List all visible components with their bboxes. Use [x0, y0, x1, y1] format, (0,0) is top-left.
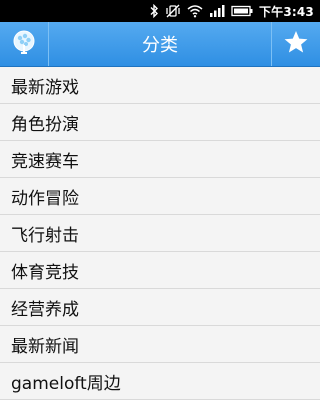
signal-icon: [209, 4, 225, 18]
vibrate-off-icon: [165, 4, 181, 18]
list-item-simulation[interactable]: 经营养成: [0, 289, 320, 326]
list-item-action-adventure[interactable]: 动作冒险: [0, 178, 320, 215]
list-item-latest-news[interactable]: 最新新闻: [0, 326, 320, 363]
battery-icon: [231, 4, 253, 18]
menu-button[interactable]: [0, 22, 49, 66]
app-header: 分类: [0, 22, 320, 67]
status-time: 下午3:43: [258, 4, 314, 19]
wifi-icon: [187, 4, 203, 18]
list-item-latest-games[interactable]: 最新游戏: [0, 67, 320, 104]
tree-icon: [9, 27, 39, 61]
list-item-rpg[interactable]: 角色扮演: [0, 104, 320, 141]
star-icon: [283, 29, 309, 59]
status-icons: 下午3:43: [149, 0, 314, 22]
page-title: 分类: [142, 35, 178, 56]
favorites-button[interactable]: [271, 22, 320, 66]
list-item-racing[interactable]: 竞速赛车: [0, 141, 320, 178]
category-list: 最新游戏 角色扮演 竞速赛车 动作冒险 飞行射击 体育竞技 经营养成 最新新闻 …: [0, 67, 320, 400]
list-item-flight-shooting[interactable]: 飞行射击: [0, 215, 320, 252]
status-bar: 下午3:43: [0, 0, 320, 22]
list-item-gameloft-extras[interactable]: gameloft周边: [0, 363, 320, 400]
list-item-sports[interactable]: 体育竞技: [0, 252, 320, 289]
bluetooth-icon: [149, 4, 159, 18]
